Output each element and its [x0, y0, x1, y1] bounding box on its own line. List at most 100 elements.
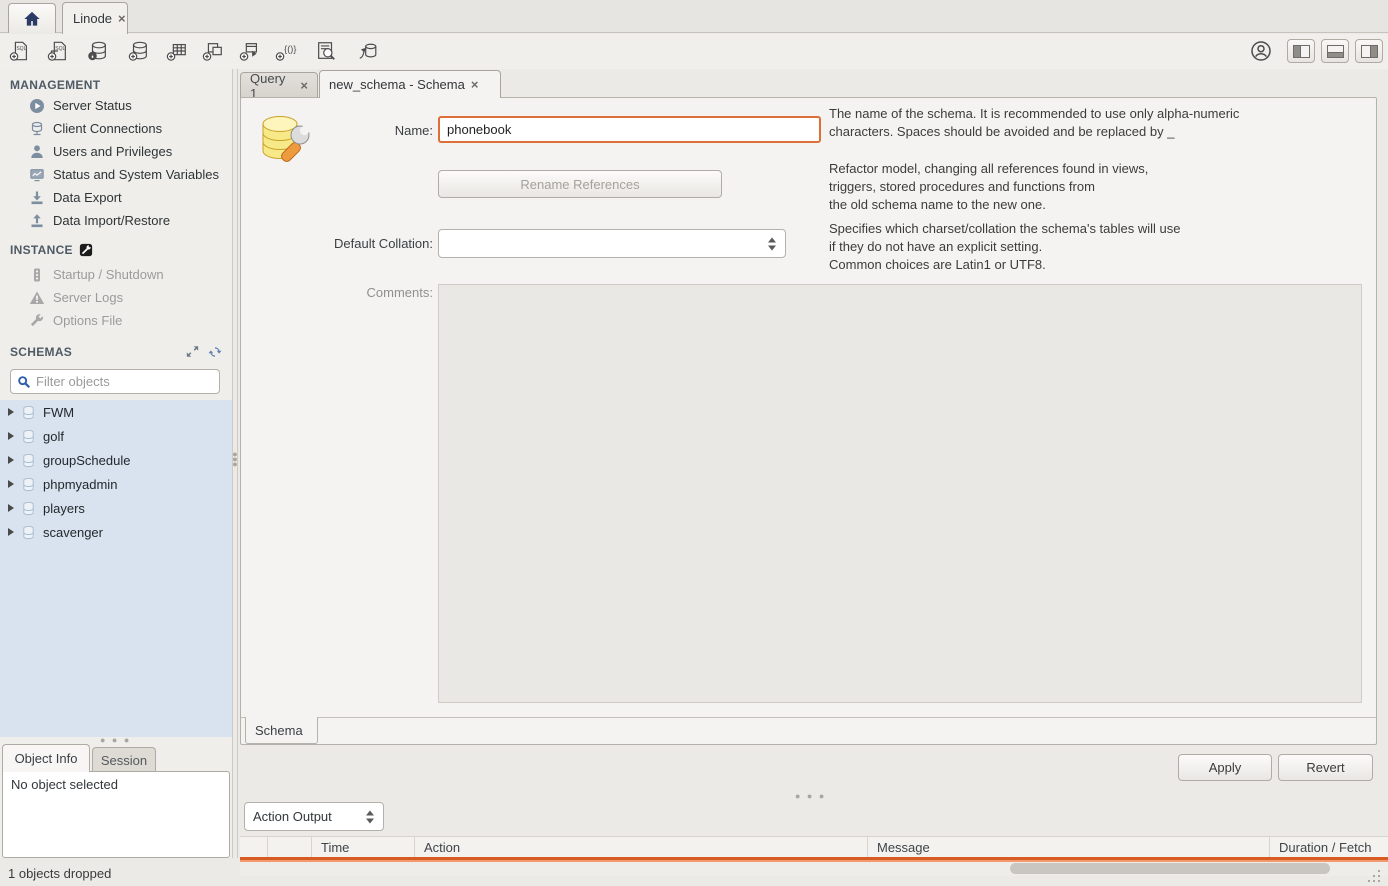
instance-admin-icon — [79, 243, 93, 257]
close-icon[interactable]: × — [300, 79, 308, 92]
column-time[interactable]: Time — [312, 837, 415, 857]
reconnect-dbms-icon[interactable] — [356, 39, 380, 63]
spinner-icon — [366, 810, 374, 823]
instance-section-title: INSTANCE — [10, 243, 93, 257]
sidebar-item-options-file[interactable]: Options File — [0, 309, 232, 332]
resize-grip[interactable] — [1368, 870, 1382, 884]
apply-button[interactable]: Apply — [1178, 754, 1272, 781]
name-label: Name: — [253, 123, 433, 138]
toggle-bottom-panel-button[interactable] — [1321, 39, 1349, 63]
svg-text:SQL: SQL — [16, 46, 26, 52]
tab-object-info[interactable]: Object Info — [2, 744, 90, 772]
schema-name: FWM — [43, 405, 74, 420]
schema-icon — [21, 405, 36, 420]
schema-item-fwm[interactable]: FWM — [0, 400, 232, 424]
create-view-icon[interactable] — [201, 39, 225, 63]
column-action[interactable]: Action — [415, 837, 868, 857]
sidebar-item-label: Server Logs — [53, 290, 123, 305]
schema-item-phpmyadmin[interactable]: phpmyadmin — [0, 472, 232, 496]
close-icon[interactable]: × — [471, 78, 479, 91]
management-section-title: MANAGEMENT — [10, 78, 100, 92]
column-status[interactable] — [240, 837, 268, 857]
column-message[interactable]: Message — [868, 837, 1270, 857]
schema-filter-box — [10, 369, 220, 394]
revert-button[interactable]: Revert — [1278, 754, 1373, 781]
sidebar-item-status-system-variables[interactable]: Status and System Variables — [0, 163, 232, 186]
toggle-left-panel-button[interactable] — [1287, 39, 1315, 63]
tab-query-1[interactable]: Query 1 × — [240, 72, 318, 98]
sidebar-item-label: Status and System Variables — [53, 167, 219, 182]
sidebar-horizontal-splitter[interactable]: ● ● ● — [100, 735, 131, 745]
status-bar-text: 1 objects dropped — [8, 866, 111, 881]
new-query-tab-icon[interactable]: SQL — [8, 39, 32, 63]
schema-name: golf — [43, 429, 64, 444]
expander-icon[interactable] — [8, 432, 14, 440]
toggle-right-panel-button[interactable] — [1355, 39, 1383, 63]
close-icon[interactable]: × — [118, 12, 126, 25]
schema-item-players[interactable]: players — [0, 496, 232, 520]
schema-icon — [21, 429, 36, 444]
tab-label: new_schema - Schema — [329, 77, 465, 92]
expand-schemas-icon[interactable] — [186, 345, 199, 359]
inspect-database-icon[interactable] — [86, 39, 110, 63]
output-selector-label: Action Output — [253, 809, 332, 824]
expander-icon[interactable] — [8, 528, 14, 536]
rename-references-button[interactable]: Rename References — [438, 170, 722, 198]
sidebar-item-client-connections[interactable]: Client Connections — [0, 117, 232, 140]
sidebar-item-users-privileges[interactable]: Users and Privileges — [0, 140, 232, 163]
search-table-data-icon[interactable] — [314, 39, 338, 63]
schema-name: scavenger — [43, 525, 103, 540]
expander-icon[interactable] — [8, 480, 14, 488]
output-table-header: Time Action Message Duration / Fetch — [240, 836, 1388, 857]
schema-name-input[interactable] — [438, 116, 821, 143]
sidebar-item-server-logs[interactable]: Server Logs — [0, 286, 232, 309]
schemas-section-title: SCHEMAS — [10, 345, 222, 359]
tab-new-schema[interactable]: new_schema - Schema × — [319, 70, 501, 98]
connection-tab-linode[interactable]: Linode × — [62, 2, 128, 34]
schema-item-scavenger[interactable]: scavenger — [0, 520, 232, 544]
user-icon — [29, 144, 45, 160]
sidebar-item-label: Server Status — [53, 98, 132, 113]
schema-icon — [21, 525, 36, 540]
schema-list: FWM golf groupSchedule phpmyadmin player… — [0, 400, 232, 737]
create-procedure-icon[interactable] — [238, 39, 262, 63]
open-sql-script-icon[interactable]: SQL — [46, 39, 70, 63]
sidebar-item-startup-shutdown[interactable]: Startup / Shutdown — [0, 263, 232, 286]
sidebar-item-data-import[interactable]: Data Import/Restore — [0, 209, 232, 232]
schema-filter-input[interactable] — [36, 374, 196, 389]
sidebar-item-data-export[interactable]: Data Export — [0, 186, 232, 209]
main-toolbar: SQL SQL {()} — [0, 34, 1388, 69]
refresh-schemas-icon[interactable] — [208, 345, 222, 359]
output-selector[interactable]: Action Output — [244, 802, 384, 831]
expander-icon[interactable] — [8, 456, 14, 464]
output-splitter-handle[interactable]: ● ● ● — [795, 791, 826, 801]
schema-icon — [21, 453, 36, 468]
schema-item-groupschedule[interactable]: groupSchedule — [0, 448, 232, 472]
column-duration-fetch[interactable]: Duration / Fetch — [1270, 837, 1388, 857]
sidebar-splitter-handle[interactable]: ●●● — [231, 452, 239, 467]
home-icon — [22, 9, 42, 29]
create-table-icon[interactable] — [165, 39, 189, 63]
comments-textarea[interactable] — [438, 284, 1362, 703]
create-function-icon[interactable]: {()} — [274, 39, 298, 63]
tab-session[interactable]: Session — [92, 747, 156, 772]
create-schema-icon[interactable] — [127, 39, 151, 63]
default-collation-select[interactable] — [438, 229, 786, 258]
expander-icon[interactable] — [8, 408, 14, 416]
default-collation-label: Default Collation: — [253, 236, 433, 251]
schema-item-golf[interactable]: golf — [0, 424, 232, 448]
column-index[interactable] — [268, 837, 312, 857]
schema-icon — [21, 477, 36, 492]
wrench-icon — [29, 313, 45, 329]
expander-icon[interactable] — [8, 504, 14, 512]
sidebar-item-server-status[interactable]: Server Status — [0, 94, 232, 117]
connection-user-icon[interactable] — [1249, 39, 1273, 63]
sidebar-item-label: Options File — [53, 313, 122, 328]
home-tab[interactable] — [8, 3, 56, 33]
startup-shutdown-icon — [29, 267, 45, 283]
spinner-icon — [768, 237, 776, 250]
horizontal-scrollbar[interactable] — [1010, 863, 1330, 874]
tab-schema-bottom[interactable]: Schema — [245, 717, 318, 744]
search-icon — [17, 375, 31, 389]
schema-name: phpmyadmin — [43, 477, 117, 492]
